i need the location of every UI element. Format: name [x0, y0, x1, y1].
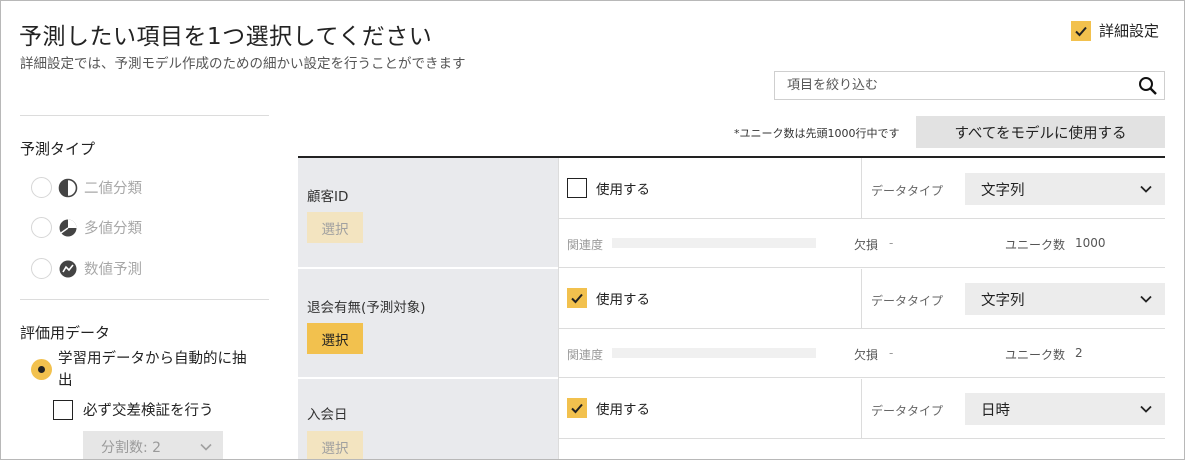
use-column-toggle[interactable]: 使用する	[567, 178, 650, 198]
row-divider	[558, 328, 1165, 329]
check-icon	[571, 403, 583, 414]
radio-button[interactable]	[31, 217, 52, 238]
cross-validation-option[interactable]: 必ず交差検証を行う	[53, 399, 214, 420]
advanced-settings-label: 詳細設定	[1099, 22, 1160, 40]
row-divider	[558, 267, 1165, 268]
row-divider	[558, 438, 1165, 439]
divider	[20, 115, 269, 116]
unique-count-note: *ユニーク数は先頭1000行中です	[734, 127, 900, 140]
datatype-label: データタイプ	[871, 404, 944, 418]
column-name-cell: 入会日 選択	[298, 379, 558, 459]
missing-value: -	[889, 346, 894, 360]
column-divider	[861, 269, 862, 328]
chevron-down-icon	[200, 443, 212, 451]
use-column-checkbox[interactable]	[567, 288, 587, 308]
column-divider	[558, 158, 559, 459]
prediction-type-multiclass[interactable]: 多値分類	[31, 217, 142, 238]
cross-validation-checkbox[interactable]	[53, 399, 73, 420]
eval-auto-extract-label: 学習用データから自動的に抽出	[58, 351, 247, 389]
unique-count-value: 2	[1075, 346, 1083, 360]
missing-value: -	[889, 236, 894, 250]
relevance-label: 関連度	[567, 348, 604, 362]
row-divider	[558, 377, 1165, 378]
select-target-button[interactable]: 選択	[307, 431, 363, 459]
chart-circle-icon	[59, 260, 77, 277]
eval-auto-extract-option[interactable]	[31, 359, 52, 380]
chevron-down-icon	[1140, 405, 1152, 413]
use-column-checkbox[interactable]	[567, 398, 587, 418]
relevance-label: 関連度	[567, 238, 604, 252]
column-name: 顧客ID	[307, 189, 349, 205]
page-subtitle: 詳細設定では、予測モデル作成のための細かい設定を行うことができます	[20, 56, 466, 72]
relevance-bar	[612, 238, 816, 248]
search-icon[interactable]	[1138, 76, 1158, 96]
chevron-down-icon	[1140, 185, 1152, 193]
column-name: 退会有無(予測対象)	[307, 300, 426, 316]
use-column-checkbox[interactable]	[567, 178, 587, 198]
use-all-columns-button[interactable]: すべてをモデルに使用する	[916, 116, 1165, 148]
check-icon	[1075, 26, 1087, 36]
column-divider	[861, 158, 862, 218]
use-column-label: 使用する	[596, 182, 650, 198]
missing-label: 欠損	[854, 238, 879, 252]
use-column-toggle[interactable]: 使用する	[567, 288, 650, 308]
datatype-select[interactable]: 文字列	[965, 173, 1165, 205]
half-circle-icon	[58, 178, 78, 197]
select-target-button[interactable]: 選択	[307, 212, 363, 243]
datatype-select-value: 文字列	[981, 293, 1025, 309]
radio-button-selected[interactable]	[31, 359, 52, 380]
eval-data-title: 評価用データ	[20, 324, 111, 342]
advanced-settings-checkbox[interactable]	[1071, 20, 1091, 41]
advanced-settings-toggle[interactable]: 詳細設定	[1071, 20, 1159, 41]
datatype-select[interactable]: 文字列	[965, 283, 1165, 315]
radio-label: 多値分類	[84, 221, 142, 237]
datatype-label: データタイプ	[871, 294, 944, 308]
radio-label: 数値予測	[84, 262, 142, 278]
missing-label: 欠損	[854, 348, 879, 362]
app-frame: 予測したい項目を1つ選択してください 詳細設定では、予測モデル作成のための細かい…	[0, 0, 1185, 460]
datatype-select-value: 日時	[981, 403, 1010, 419]
use-column-label: 使用する	[596, 402, 650, 418]
prediction-type-binary[interactable]: 二値分類	[31, 177, 142, 198]
relevance-bar	[612, 348, 816, 358]
filter-search-box	[774, 71, 1165, 100]
cross-validation-label: 必ず交差検証を行う	[83, 403, 214, 419]
column-name-cell: 退会有無(予測対象) 選択	[298, 269, 558, 378]
folds-select[interactable]: 分割数: 2	[83, 431, 223, 459]
radio-button[interactable]	[31, 258, 52, 279]
pie-chart-icon	[59, 219, 77, 236]
unique-count-label: ユニーク数	[1005, 238, 1066, 252]
folds-select-value: 分割数: 2	[101, 440, 162, 456]
page-title: 予測したい項目を1つ選択してください	[19, 24, 433, 50]
prediction-type-regression[interactable]: 数値予測	[31, 258, 142, 279]
radio-button[interactable]	[31, 177, 52, 198]
check-icon	[571, 293, 583, 304]
column-name-cell: 顧客ID 選択	[298, 158, 558, 268]
datatype-label: データタイプ	[871, 184, 944, 198]
column-divider	[861, 379, 862, 438]
radio-label: 二値分類	[84, 181, 142, 197]
row-divider	[558, 218, 1165, 219]
column-name: 入会日	[307, 407, 348, 423]
prediction-type-title: 予測タイプ	[20, 140, 96, 158]
unique-count-label: ユニーク数	[1005, 348, 1066, 362]
datatype-select-value: 文字列	[981, 183, 1025, 199]
datatype-select[interactable]: 日時	[965, 393, 1165, 425]
use-column-label: 使用する	[596, 292, 650, 308]
use-column-toggle[interactable]: 使用する	[567, 398, 650, 418]
chevron-down-icon	[1140, 295, 1152, 303]
unique-count-value: 1000	[1075, 236, 1106, 250]
filter-search-input[interactable]	[775, 72, 1115, 99]
divider	[20, 299, 269, 300]
select-target-button[interactable]: 選択	[307, 323, 363, 354]
